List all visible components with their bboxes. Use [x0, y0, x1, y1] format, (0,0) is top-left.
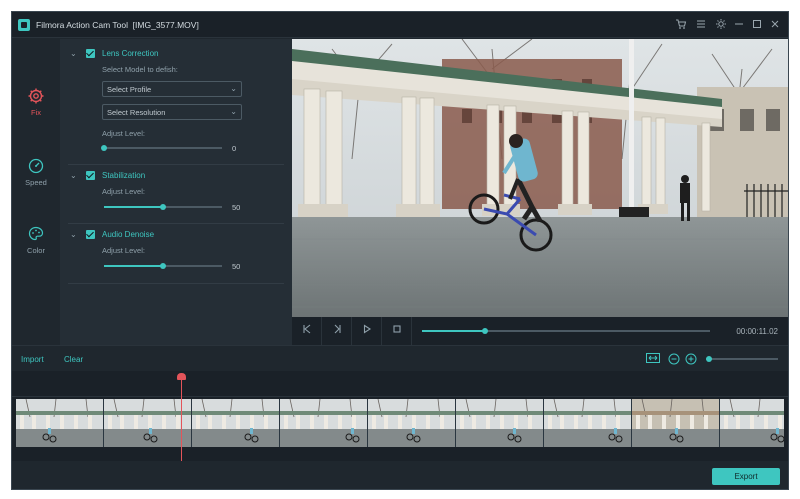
clear-button[interactable]: Clear [64, 355, 83, 364]
speedometer-icon [28, 158, 44, 174]
chevron-down-icon[interactable]: ⌄ [70, 230, 77, 239]
timeline[interactable] [12, 371, 788, 461]
window-title: Filmora Action Cam Tool [IMG_3577.MOV] [36, 20, 199, 30]
maximize-icon[interactable] [750, 18, 764, 32]
palette-icon [28, 226, 44, 241]
stabilization-adjust-label: Adjust Level: [102, 187, 145, 196]
slider-track [104, 147, 222, 149]
divider [68, 283, 284, 284]
stop-icon [392, 325, 401, 333]
progress-knob[interactable] [482, 328, 489, 334]
chevron-down-icon[interactable]: ⌄ [70, 49, 77, 58]
lens-adjust-label: Adjust Level: [102, 129, 145, 138]
stabilization-title: Stabilization [102, 171, 146, 180]
stabilization-level-slider[interactable] [104, 204, 222, 210]
list-icon[interactable] [694, 18, 708, 32]
chevron-down-icon[interactable]: ⌄ [70, 171, 77, 180]
step-frame-icon [334, 324, 341, 334]
slider-knob[interactable] [160, 263, 166, 269]
timecode: 00:00:11.02 [736, 327, 778, 336]
stabilization-header: ⌄ Stabilization [60, 170, 292, 182]
video-track[interactable] [16, 399, 784, 447]
skip-start-button[interactable] [292, 317, 322, 345]
lens-correction-title: Lens Correction [102, 49, 159, 58]
cart-icon[interactable] [674, 18, 688, 32]
import-button[interactable]: Import [21, 355, 44, 364]
chevron-down-icon: ⌄ [230, 84, 237, 93]
sidebar-item-speed[interactable]: Speed [12, 157, 60, 201]
slider-knob[interactable] [101, 145, 107, 151]
lens-level-value: 0 [232, 144, 237, 153]
audio-adjust-label: Adjust Level: [102, 246, 145, 255]
profile-dropdown[interactable]: Select Profile ⌄ [102, 81, 242, 97]
zoom-slider[interactable] [706, 356, 778, 362]
audio-denoise-title: Audio Denoise [102, 230, 155, 239]
title-bar: Filmora Action Cam Tool [IMG_3577.MOV] [12, 12, 788, 38]
resolution-dropdown[interactable]: Select Resolution ⌄ [102, 104, 242, 120]
timeline-frame-thumbnail [456, 399, 543, 447]
timeline-frame-thumbnail [632, 399, 719, 447]
step-frame-button[interactable] [322, 317, 352, 345]
lens-correction-checkbox[interactable] [86, 49, 95, 58]
app-window: Filmora Action Cam Tool [IMG_3577.MOV] F… [11, 11, 789, 490]
close-icon[interactable] [768, 18, 782, 32]
fix-settings-panel: ⌄ Lens Correction Select Model to defish… [60, 39, 292, 345]
slider-fill [104, 265, 163, 267]
chevron-down-icon: ⌄ [230, 107, 237, 116]
timeline-frame-thumbnail [368, 399, 455, 447]
sidebar-item-label: Speed [25, 178, 47, 187]
lens-correction-header: ⌄ Lens Correction [60, 48, 292, 60]
gear-icon [28, 88, 44, 104]
profile-dropdown-value: Select Profile [107, 85, 152, 94]
sidebar-item-fix[interactable]: Fix [12, 87, 60, 131]
select-model-label: Select Model to defish: [102, 65, 178, 74]
zoom-out-icon[interactable] [668, 353, 680, 365]
footer: Export [12, 461, 788, 489]
audio-level-value: 50 [232, 262, 241, 271]
zoom-in-icon[interactable] [685, 353, 697, 365]
timeline-frame-thumbnail [280, 399, 367, 447]
slider-fill [104, 206, 163, 208]
stop-button[interactable] [382, 317, 412, 345]
playback-bar: 00:00:11.02 [292, 317, 788, 345]
audio-level-slider[interactable] [104, 263, 222, 269]
minimize-icon[interactable] [732, 18, 746, 32]
divider [68, 164, 284, 165]
timeline-frame-thumbnail [104, 399, 191, 447]
timeline-frame-thumbnail [720, 399, 784, 447]
zoom-slider-knob[interactable] [706, 356, 712, 362]
video-frame [292, 39, 788, 317]
video-preview[interactable] [292, 39, 788, 317]
sidebar-item-label: Fix [31, 108, 41, 117]
audio-denoise-checkbox[interactable] [86, 230, 95, 239]
playback-progress[interactable] [422, 328, 710, 334]
export-button[interactable]: Export [712, 468, 780, 485]
playhead[interactable] [177, 373, 187, 461]
play-button[interactable] [352, 317, 382, 345]
timeline-frame-thumbnail [544, 399, 631, 447]
sidebar: Fix Speed Color [12, 39, 60, 345]
timeline-frame-thumbnail [16, 399, 103, 447]
app-logo-icon [18, 19, 30, 31]
timeline-toolbar: Import Clear [12, 345, 788, 371]
resolution-dropdown-value: Select Resolution [107, 108, 166, 117]
fit-timeline-icon[interactable] [646, 353, 660, 365]
brightness-icon[interactable] [714, 18, 728, 32]
slider-knob[interactable] [160, 204, 166, 210]
divider [68, 223, 284, 224]
sidebar-item-label: Color [27, 246, 45, 255]
stabilization-checkbox[interactable] [86, 171, 95, 180]
progress-fill [422, 330, 486, 332]
stabilization-level-value: 50 [232, 203, 241, 212]
timeline-ruler[interactable] [12, 371, 788, 397]
lens-level-slider[interactable] [101, 145, 222, 151]
skip-start-icon [302, 324, 310, 334]
play-icon [363, 324, 371, 334]
audio-denoise-header: ⌄ Audio Denoise [60, 229, 292, 241]
timeline-frame-thumbnail [192, 399, 279, 447]
sidebar-item-color[interactable]: Color [12, 225, 60, 269]
